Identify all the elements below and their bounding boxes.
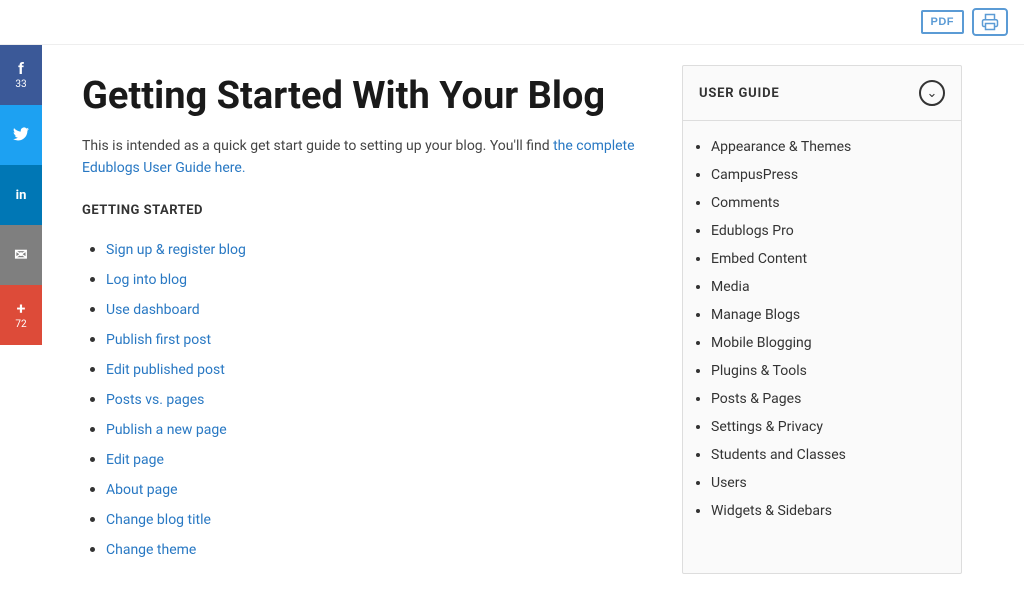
twitter-share-button[interactable]: [0, 105, 42, 165]
getting-started-link[interactable]: Log into blog: [106, 272, 187, 288]
facebook-count: 33: [15, 79, 26, 90]
main-content: Getting Started With Your Blog This is i…: [42, 45, 682, 594]
twitter-icon: [13, 127, 29, 144]
user-guide-link[interactable]: Media: [711, 279, 750, 295]
list-item: Settings & Privacy: [711, 413, 945, 441]
getting-started-link[interactable]: Use dashboard: [106, 302, 200, 318]
list-item: Users: [711, 469, 945, 497]
user-guide-link[interactable]: Appearance & Themes: [711, 139, 851, 155]
getting-started-link[interactable]: Publish a new page: [106, 422, 227, 438]
list-item: Publish first post: [106, 324, 642, 354]
list-item: Students and Classes: [711, 441, 945, 469]
page-title: Getting Started With Your Blog: [82, 75, 642, 119]
intro-text-start: This is intended as a quick get start gu…: [82, 138, 553, 154]
user-guide-list: Appearance & Themes CampusPress Comments Ed…: [683, 121, 961, 537]
user-guide-link[interactable]: Embed Content: [711, 251, 807, 267]
user-guide-link[interactable]: Manage Blogs: [711, 307, 800, 323]
page-layout: f 33 in ✉ + 72 Getting Started With Your…: [0, 45, 1024, 594]
getting-started-heading: GETTING STARTED: [82, 203, 642, 218]
list-item: Posts & Pages: [711, 385, 945, 413]
plus-icon: +: [17, 301, 26, 317]
list-item: Log into blog: [106, 264, 642, 294]
list-item: Edublogs Pro: [711, 217, 945, 245]
email-icon: ✉: [14, 247, 27, 263]
getting-started-link[interactable]: Publish first post: [106, 332, 211, 348]
user-guide-link[interactable]: Mobile Blogging: [711, 335, 812, 351]
list-item: Embed Content: [711, 245, 945, 273]
user-guide-link[interactable]: Settings & Privacy: [711, 419, 823, 435]
user-guide-link[interactable]: Widgets & Sidebars: [711, 503, 832, 519]
list-item: About page: [106, 474, 642, 504]
user-guide-link[interactable]: Posts & Pages: [711, 391, 801, 407]
list-item: Mobile Blogging: [711, 329, 945, 357]
facebook-share-button[interactable]: f 33: [0, 45, 42, 105]
print-button[interactable]: [972, 8, 1008, 36]
list-item: Widgets & Sidebars: [711, 497, 945, 525]
collapse-button[interactable]: ⌄: [919, 80, 945, 106]
list-item: Media: [711, 273, 945, 301]
user-guide-sidebar: USER GUIDE ⌄ Appearance & Themes CampusPr…: [682, 65, 962, 574]
getting-started-link[interactable]: About page: [106, 482, 178, 498]
linkedin-icon: in: [16, 189, 27, 202]
intro-paragraph: This is intended as a quick get start gu…: [82, 135, 642, 180]
list-item: Manage Blogs: [711, 301, 945, 329]
list-item: Sign up & register blog: [106, 234, 642, 264]
list-item: Use dashboard: [106, 294, 642, 324]
list-item: Change blog title: [106, 504, 642, 534]
top-bar: PDF: [0, 0, 1024, 45]
getting-started-link[interactable]: Edit published post: [106, 362, 225, 378]
getting-started-link[interactable]: Change theme: [106, 542, 196, 558]
getting-started-list: Sign up & register blog Log into blog Use …: [82, 234, 642, 564]
getting-started-link[interactable]: Sign up & register blog: [106, 242, 246, 258]
user-guide-link[interactable]: Students and Classes: [711, 447, 846, 463]
email-share-button[interactable]: ✉: [0, 225, 42, 285]
getting-started-link[interactable]: Edit page: [106, 452, 164, 468]
list-item: Posts vs. pages: [106, 384, 642, 414]
facebook-icon: f: [18, 61, 24, 77]
linkedin-share-button[interactable]: in: [0, 165, 42, 225]
user-guide-link[interactable]: Plugins & Tools: [711, 363, 807, 379]
user-guide-link[interactable]: CampusPress: [711, 167, 798, 183]
user-guide-title: USER GUIDE: [699, 86, 779, 101]
getting-started-link[interactable]: Posts vs. pages: [106, 392, 204, 408]
list-item: Plugins & Tools: [711, 357, 945, 385]
user-guide-link[interactable]: Edublogs Pro: [711, 223, 794, 239]
plus-count: 72: [15, 319, 26, 330]
list-item: Edit page: [106, 444, 642, 474]
list-item: Appearance & Themes: [711, 133, 945, 161]
plus-share-button[interactable]: + 72: [0, 285, 42, 345]
user-guide-link[interactable]: Comments: [711, 195, 780, 211]
list-item: CampusPress: [711, 161, 945, 189]
list-item: Comments: [711, 189, 945, 217]
user-guide-header: USER GUIDE ⌄: [683, 66, 961, 121]
user-guide-link[interactable]: Users: [711, 475, 747, 491]
social-sidebar: f 33 in ✉ + 72: [0, 45, 42, 594]
list-item: Publish a new page: [106, 414, 642, 444]
list-item: Change theme: [106, 534, 642, 564]
getting-started-link[interactable]: Change blog title: [106, 512, 211, 528]
list-item: Edit published post: [106, 354, 642, 384]
pdf-button[interactable]: PDF: [921, 10, 965, 34]
